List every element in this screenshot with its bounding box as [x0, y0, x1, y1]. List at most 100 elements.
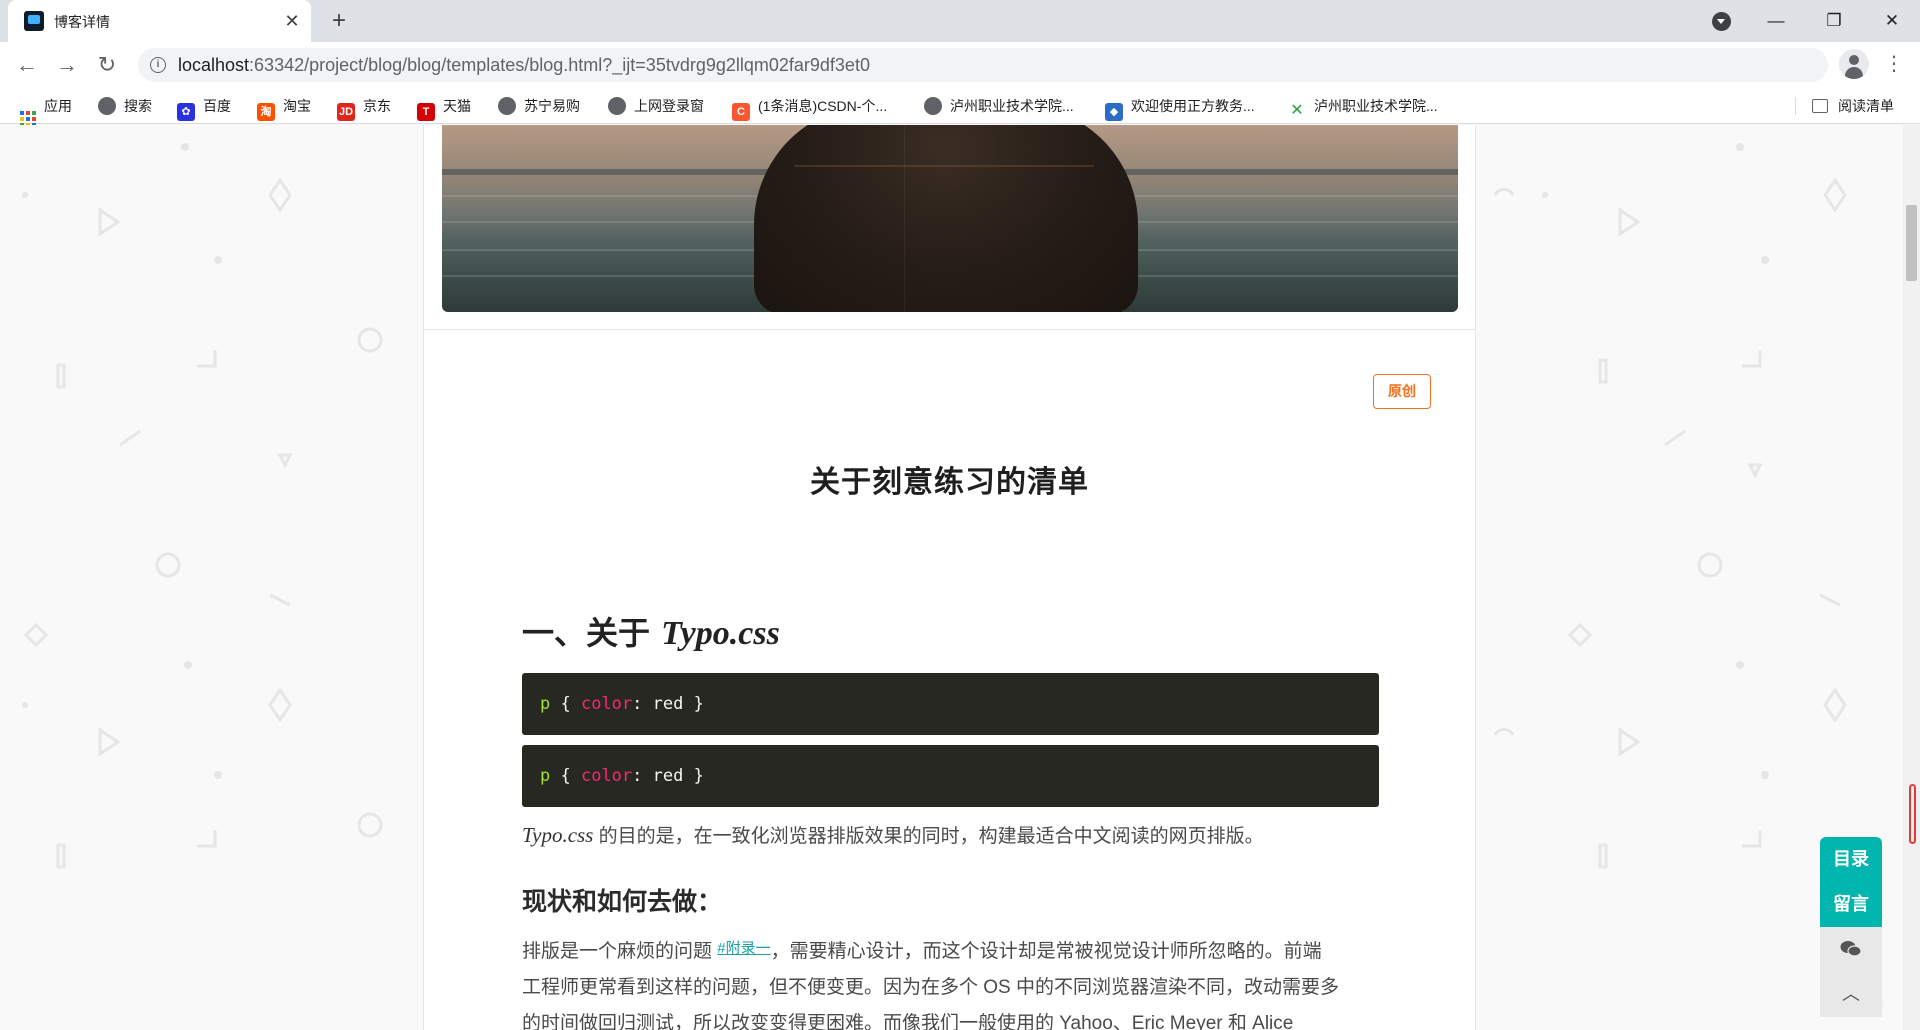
back-icon[interactable]: ←	[12, 50, 42, 80]
triangle-shape	[1747, 463, 1763, 479]
bookmark-separator	[1795, 97, 1796, 115]
bookmark-csdn[interactable]: C (1条消息)CSDN-个...	[732, 96, 888, 121]
code-block[interactable]: p { color: red }	[522, 745, 1379, 807]
corner-shape	[1742, 830, 1762, 848]
subheading: 现状和如何去做：	[522, 888, 723, 916]
footnote-link[interactable]: #附录一	[717, 940, 770, 957]
bookmark-label: 淘宝	[283, 98, 311, 114]
bookmark-tmall[interactable]: T 天猫	[417, 96, 471, 121]
corner-shape	[197, 350, 217, 368]
code-colon: :	[632, 766, 653, 786]
tab-search-icon[interactable]	[1712, 12, 1731, 31]
bookmark-label: 上网登录窗	[634, 98, 704, 114]
code-block[interactable]: p { color: red }	[522, 673, 1379, 735]
code-selector: p	[540, 694, 551, 714]
globe-icon	[498, 97, 516, 115]
csdn-icon: C	[732, 103, 750, 121]
bookmark-label: 搜索	[124, 98, 152, 114]
bookmark-label: (1条消息)CSDN-个...	[758, 98, 888, 114]
bookmark-login[interactable]: 上网登录窗	[608, 96, 704, 116]
globe-icon	[924, 97, 942, 115]
diamond-shape	[23, 622, 49, 648]
url-host: localhost	[178, 55, 250, 75]
reading-list-button[interactable]: 阅读清单	[1812, 96, 1894, 116]
bookmark-suning[interactable]: 苏宁易购	[498, 96, 580, 116]
reading-list-icon	[1812, 99, 1828, 113]
corner-shape	[197, 830, 217, 848]
bookmarks-bar: 应用 搜索 ✿ 百度 淘淘宝 JD 京东 T 天猫 苏宁易购 上网登录窗 C (1条消息…	[0, 88, 1920, 127]
baidu-icon: ✿	[177, 103, 195, 121]
corner-shape	[1742, 350, 1762, 368]
article-card: 原创 关于刻意练习的清单 一、关于 Typo.css p { color: re…	[423, 125, 1476, 1030]
para-text: ，需要精心设计，而这个设计却是常被视觉设计师所忽略的。前端	[770, 941, 1322, 962]
hero-image	[442, 125, 1458, 312]
page-viewport: 原创 关于刻意练习的清单 一、关于 Typo.css p { color: re…	[0, 125, 1903, 1030]
arc-shape	[1493, 727, 1515, 736]
bookmark-jd[interactable]: JD 京东	[337, 96, 391, 121]
forward-icon[interactable]: →	[52, 50, 82, 80]
close-window-button[interactable]: ✕	[1864, 0, 1920, 42]
code-property: color	[580, 694, 633, 714]
tab-active[interactable]: 博客详情 ✕	[8, 0, 311, 42]
triangle-shape	[98, 727, 121, 757]
bookmark-baidu[interactable]: ✿ 百度	[177, 96, 231, 121]
intro-text: 的目的是，在一致化浏览器排版效果的同时，构建最适合中文阅读的网页排版。	[593, 826, 1264, 847]
site-info-icon[interactable]: i	[150, 57, 166, 73]
comment-button[interactable]: 留言	[1820, 882, 1882, 927]
bookmark-search[interactable]: 搜索	[98, 96, 152, 116]
tab-title: 博客详情	[54, 14, 110, 30]
reading-list-label: 阅读清单	[1838, 98, 1894, 114]
para-text: 的时间做回归测试，所以改变变得更困难。而像我们一般使用的 Yahoo、Eric …	[522, 1013, 1294, 1030]
diamond-shape	[1567, 622, 1593, 648]
minimize-button[interactable]: —	[1748, 0, 1804, 42]
bookmark-school[interactable]: 泸州职业技术学院...	[924, 96, 1074, 116]
line-shape	[1819, 593, 1841, 607]
browser-menu-icon[interactable]: ⋮	[1884, 50, 1904, 78]
bar-shape	[56, 363, 66, 389]
diamond-shape	[1823, 687, 1847, 723]
bookmark-label: 天猫	[443, 98, 471, 114]
bookmark-zf[interactable]: ◆ 欢迎使用正方教务...	[1105, 96, 1255, 121]
original-badge: 原创	[1373, 374, 1431, 409]
bookmark-label: 百度	[203, 98, 231, 114]
divider	[424, 329, 1475, 330]
wechat-icon[interactable]	[1820, 927, 1882, 972]
address-bar[interactable]: i localhost:63342/project/blog/blog/temp…	[138, 48, 1828, 82]
bar-shape	[1598, 843, 1608, 869]
para-text: 排版是一个麻烦的问题	[522, 941, 718, 962]
code-property: color	[580, 766, 633, 786]
page-scrollbar[interactable]	[1903, 125, 1920, 1030]
body-paragraph: 排版是一个麻烦的问题 #附录一，需要精心设计，而这个设计却是常被视觉设计师所忽略…	[522, 931, 1382, 1030]
code-brace: }	[683, 766, 704, 786]
intro-em: Typo.css	[522, 823, 594, 847]
scroll-indicator	[1909, 784, 1916, 844]
side-menu: 目录 留言 ︿	[1820, 837, 1882, 1017]
browser-toolbar: ← → ↻ i localhost:63342/project/blog/blo…	[0, 42, 1920, 88]
close-tab-icon[interactable]: ✕	[280, 9, 304, 33]
new-tab-button[interactable]: +	[324, 6, 354, 36]
reload-icon[interactable]: ↻	[92, 50, 122, 80]
chevron-up-icon[interactable]: ︿	[1820, 972, 1882, 1017]
line-shape	[1664, 429, 1686, 447]
profile-avatar[interactable]	[1839, 49, 1869, 79]
restore-button[interactable]: ❐	[1806, 0, 1862, 42]
code-selector: p	[540, 766, 551, 786]
diamond-shape	[268, 177, 292, 213]
bookmark-school-2[interactable]: ✕ 泸州职业技术学院...	[1288, 96, 1438, 119]
bookmark-label: 泸州职业技术学院...	[1314, 98, 1438, 114]
jd-icon: JD	[337, 103, 355, 121]
circle-shape	[1697, 552, 1723, 578]
school-icon: ✕	[1290, 102, 1304, 119]
url-text[interactable]: localhost:63342/project/blog/blog/templa…	[178, 55, 870, 76]
bookmark-label: 泸州职业技术学院...	[950, 98, 1074, 114]
bookmark-label: 应用	[44, 98, 72, 114]
toc-button[interactable]: 目录	[1820, 837, 1882, 882]
code-value: red	[652, 766, 684, 786]
bookmark-apps[interactable]: 应用	[18, 96, 72, 127]
globe-icon	[608, 97, 626, 115]
url-path: :63342/project/blog/blog/templates/blog.…	[249, 55, 870, 75]
code-colon: :	[632, 694, 653, 714]
bookmark-taobao[interactable]: 淘淘宝	[257, 96, 311, 121]
post-title: 关于刻意练习的清单	[810, 466, 1089, 499]
scroll-thumb[interactable]	[1906, 205, 1917, 281]
